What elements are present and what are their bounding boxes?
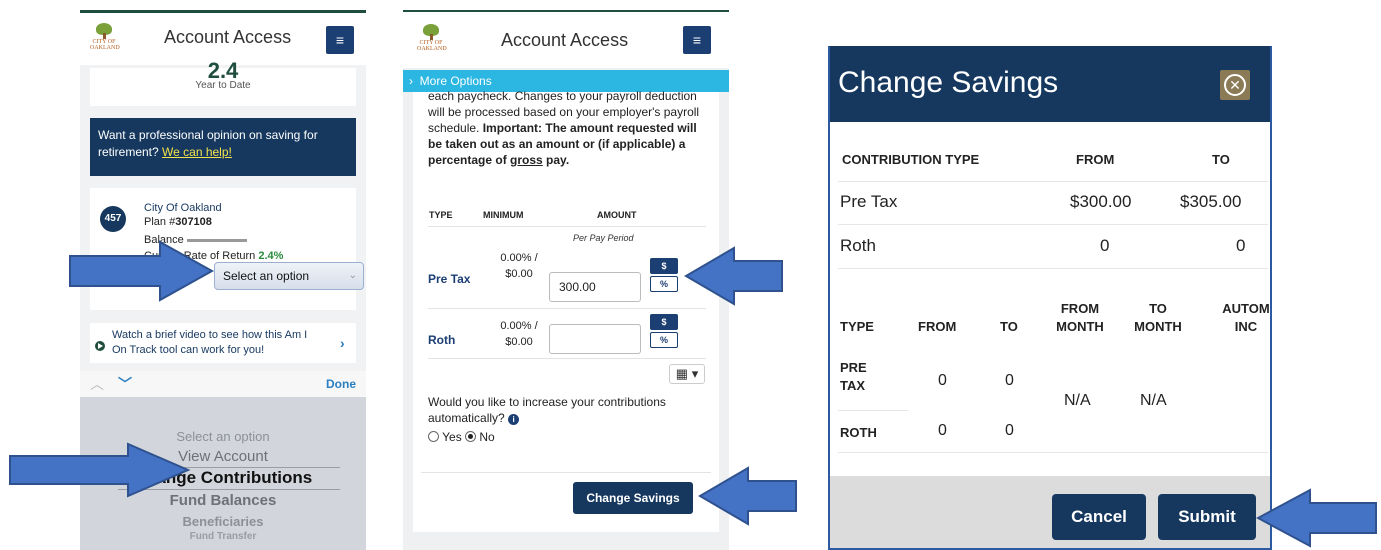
col-type: TYPE: [429, 210, 453, 220]
city-of-oakland-logo: CITY OF OAKLAND: [90, 23, 120, 53]
app-header: CITY OF OAKLAND Account Access ≡: [403, 12, 729, 68]
annotation-arrow-change-savings: [698, 466, 797, 526]
row-minimum: 0.00% / $0.00: [500, 320, 538, 348]
col-contribution-type: CONTRIBUTION TYPE: [842, 152, 980, 167]
close-icon: ✕: [1224, 74, 1246, 96]
change-savings-modal: Change Savings ✕ CONTRIBUTION TYPE FROM …: [828, 46, 1272, 550]
advice-promo-banner: Want a professional opinion on saving fo…: [90, 118, 356, 176]
annotation-arrow-select: [69, 240, 215, 302]
radio-yes-label: Yes: [442, 430, 462, 444]
row-to: 0: [1236, 236, 1246, 255]
percent-toggle-button[interactable]: %: [650, 276, 678, 292]
annotation-arrow-change-contributions: [9, 442, 191, 498]
play-icon: [95, 341, 105, 351]
col-from-month: FROM MONTH: [1056, 301, 1104, 334]
col-minimum: MINIMUM: [483, 210, 524, 220]
col-to-month: TO MONTH: [1134, 301, 1182, 334]
city-of-oakland-logo: CITY OF OAKLAND: [417, 24, 447, 54]
ytd-label: Year to Date: [195, 80, 251, 91]
col-to: TO: [1212, 152, 1230, 167]
row-type: ROTH: [840, 425, 877, 440]
picker-option[interactable]: Fund Transfer: [80, 531, 366, 542]
calculator-icon: ▦: [675, 366, 689, 381]
close-button[interactable]: ✕: [1220, 70, 1250, 100]
radio-no[interactable]: [465, 431, 477, 442]
row-from: $300.00: [1070, 192, 1132, 211]
keyboard-accessory-bar: ︿ ﹀ Done: [80, 371, 366, 397]
dollar-toggle-button[interactable]: $: [650, 314, 678, 330]
plan-name[interactable]: City Of Oakland: [144, 202, 222, 214]
row-type: PRE TAX: [840, 360, 867, 393]
row-from: 0: [1100, 236, 1110, 255]
change-savings-button[interactable]: Change Savings: [573, 482, 693, 514]
col-type: TYPE: [840, 319, 874, 334]
col-amount: AMOUNT: [597, 210, 637, 220]
col-from: FROM: [1076, 152, 1115, 167]
chevron-right-icon: ›: [340, 335, 345, 351]
modal-title: Change Savings: [838, 66, 1059, 99]
chevron-right-icon: ›: [409, 74, 413, 88]
col-automatic-increase: AUTOM INC: [1222, 301, 1270, 334]
cancel-button[interactable]: Cancel: [1052, 494, 1146, 540]
per-pay-period-label: Per Pay Period: [573, 233, 634, 243]
payroll-notice: each paycheck. Changes to your payroll d…: [428, 89, 700, 167]
annotation-arrow-pretax: [684, 246, 783, 306]
from-month-value: N/A: [1064, 392, 1091, 409]
hamburger-menu-button[interactable]: ≡: [683, 26, 711, 54]
hamburger-icon: ≡: [692, 32, 702, 48]
video-text: Watch a brief video to see how this Am I…: [112, 329, 308, 356]
to-month-value: N/A: [1140, 392, 1167, 409]
annotation-arrow-submit: [1256, 488, 1377, 548]
row-to: 0: [1005, 372, 1014, 389]
roth-amount-input[interactable]: [549, 324, 641, 354]
auto-increase-radio-group: Yes No: [428, 430, 495, 444]
pre-tax-amount-input[interactable]: 300.00: [549, 272, 641, 302]
row-from: 0: [938, 372, 947, 389]
submit-button[interactable]: Submit: [1158, 494, 1256, 540]
we-can-help-link[interactable]: We can help!: [162, 145, 232, 159]
radio-yes[interactable]: [428, 431, 439, 442]
dollar-toggle-button[interactable]: $: [650, 258, 678, 274]
header-title: Account Access: [501, 30, 629, 50]
row-type: Roth: [840, 236, 876, 255]
done-button[interactable]: Done: [326, 377, 356, 391]
row-to: 0: [1005, 422, 1014, 439]
percent-toggle-button[interactable]: %: [650, 332, 678, 348]
hamburger-icon: ≡: [335, 32, 345, 48]
video-promo-card[interactable]: Watch a brief video to see how this Am I…: [90, 323, 356, 363]
row-label-roth: Roth: [428, 333, 456, 347]
col-from: FROM: [918, 319, 957, 334]
row-from: 0: [938, 422, 947, 439]
plan-number: Plan #307108: [144, 216, 212, 228]
modal-header: Change Savings ✕: [830, 46, 1270, 122]
chevron-down-icon[interactable]: ﹀: [118, 374, 132, 394]
row-type: Pre Tax: [840, 192, 898, 211]
chevron-down-icon: ⌄: [348, 270, 357, 281]
row-to: $305.00: [1180, 192, 1242, 211]
ytd-return-card: 2.4 Year to Date: [90, 58, 356, 106]
more-options-label: More Options: [419, 74, 492, 88]
plan-badge: 457: [100, 206, 126, 232]
row-minimum: 0.00% / $0.00: [500, 252, 538, 280]
hamburger-menu-button[interactable]: ≡: [326, 26, 354, 54]
picker-option[interactable]: Beneficiaries: [80, 514, 366, 529]
radio-no-label: No: [479, 430, 495, 444]
plan-action-select[interactable]: Select an option ⌄: [214, 262, 364, 290]
chevron-up-icon[interactable]: ︿: [90, 374, 104, 394]
auto-increase-question: Would you like to increase your contribu…: [428, 395, 666, 425]
mobile-screen-contributions-form: CITY OF OAKLAND Account Access ≡ › More …: [403, 10, 729, 550]
calculator-dropdown[interactable]: ▦ ▾: [669, 364, 705, 384]
header-title: Account Access: [164, 27, 292, 47]
info-icon[interactable]: i: [508, 414, 520, 425]
col-to: TO: [1000, 319, 1018, 334]
row-label-pre-tax: Pre Tax: [428, 272, 471, 286]
contribution-form: each paycheck. Changes to your payroll d…: [413, 89, 719, 532]
